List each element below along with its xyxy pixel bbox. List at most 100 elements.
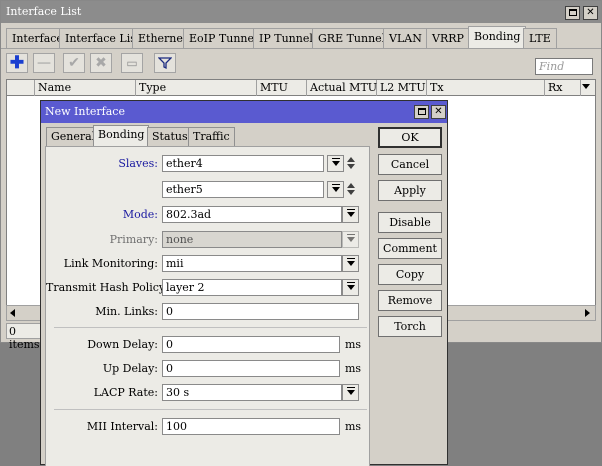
lacp-rate-dropdown[interactable]: [342, 384, 359, 401]
enable-button[interactable]: ✔: [63, 53, 85, 73]
link-monitoring-select[interactable]: mii: [162, 255, 342, 272]
scroll-left-icon[interactable]: [10, 309, 15, 317]
dialog-tab-bonding[interactable]: Bonding: [93, 125, 150, 146]
primary-dropdown[interactable]: [342, 231, 359, 248]
add-icon: ✚: [9, 53, 25, 73]
column-header-l2-mtu[interactable]: L2 MTU: [377, 80, 427, 96]
slave-1-dropdown[interactable]: [327, 155, 344, 172]
primary-select[interactable]: none: [162, 231, 342, 248]
chevron-down-icon: [346, 282, 355, 290]
chevron-down-icon: [346, 234, 355, 242]
tab-ip-tunnel[interactable]: IP Tunnel: [253, 28, 319, 48]
apply-button[interactable]: Apply: [378, 180, 442, 201]
find-input[interactable]: Find: [535, 58, 593, 75]
tab-eoip-tunnel[interactable]: EoIP Tunnel: [183, 28, 264, 48]
slave-2-select[interactable]: ether5: [162, 181, 324, 198]
check-icon: ✔: [68, 55, 80, 71]
bonding-settings-panel: Slaves: ether4 ether5 Mode: 802.3ad Prim…: [45, 146, 370, 466]
up-arrow-icon: [347, 183, 355, 188]
filter-button[interactable]: [154, 53, 176, 73]
dialog-close-button[interactable]: ✕: [431, 105, 446, 119]
lacp-rate-select[interactable]: 30 s: [162, 384, 342, 401]
ok-button[interactable]: OK: [378, 127, 442, 148]
mii-interval-unit: ms: [345, 420, 362, 433]
chevron-down-icon: [331, 158, 340, 166]
scroll-right-icon[interactable]: [585, 309, 590, 317]
add-button[interactable]: ✚: [6, 53, 28, 73]
link-monitoring-dropdown[interactable]: [342, 255, 359, 272]
filter-icon: [157, 57, 173, 70]
torch-button[interactable]: Torch: [378, 316, 442, 337]
down-arrow-icon: [347, 190, 355, 195]
up-delay-input[interactable]: 0: [162, 360, 340, 377]
column-header-type[interactable]: Type: [136, 80, 257, 96]
min-links-label: Min. Links:: [95, 305, 158, 318]
chevron-down-icon: [331, 184, 340, 192]
tab-gre-tunnel[interactable]: GRE Tunnel: [312, 28, 392, 48]
down-delay-label: Down Delay:: [87, 338, 158, 351]
remove-button[interactable]: —: [33, 53, 55, 73]
chevron-down-icon: [346, 209, 355, 217]
tab-bonding[interactable]: Bonding: [468, 26, 527, 48]
remove-icon: —: [37, 55, 51, 71]
disable-button[interactable]: Disable: [378, 212, 442, 233]
column-header-name[interactable]: Name: [35, 80, 136, 96]
close-icon: ✕: [586, 7, 595, 18]
maximize-button[interactable]: [565, 6, 580, 20]
dialog-tab-traffic[interactable]: Traffic: [188, 127, 235, 146]
dialog-title: New Interface: [41, 101, 447, 123]
comment-button[interactable]: Comment: [378, 238, 442, 259]
section-divider: [54, 327, 367, 328]
down-arrow-icon: [347, 164, 355, 169]
slave-1-select[interactable]: ether4: [162, 155, 324, 172]
up-arrow-icon: [347, 157, 355, 162]
copy-button[interactable]: Copy: [378, 264, 442, 285]
comment-button[interactable]: ▭: [121, 53, 143, 73]
mode-select[interactable]: 802.3ad: [162, 206, 342, 223]
column-header-actual-mtu[interactable]: Actual MTU: [307, 80, 377, 96]
table-header: Name Type MTU Actual MTU L2 MTU Tx Rx: [6, 79, 596, 96]
close-icon: ✕: [434, 106, 443, 117]
mii-interval-input[interactable]: 100: [162, 418, 340, 435]
dialog-maximize-button[interactable]: [414, 105, 429, 119]
mode-dropdown[interactable]: [342, 206, 359, 223]
close-button[interactable]: ✕: [583, 6, 598, 20]
tab-vrrp[interactable]: VRRP: [426, 28, 470, 48]
column-header-flag: [7, 80, 35, 96]
comment-icon: ▭: [126, 56, 138, 70]
column-header-rx[interactable]: Rx: [545, 80, 581, 96]
lacp-rate-label: LACP Rate:: [93, 386, 158, 399]
column-header-mtu[interactable]: MTU: [257, 80, 307, 96]
tab-vlan[interactable]: VLAN: [383, 28, 428, 48]
chevron-down-icon: [346, 258, 355, 266]
transmit-hash-policy-label: Transmit Hash Policy:: [46, 281, 169, 294]
cancel-button[interactable]: Cancel: [378, 154, 442, 175]
tab-divider: [1, 48, 601, 49]
transmit-hash-policy-dropdown[interactable]: [342, 279, 359, 296]
new-interface-dialog: New Interface ✕ General Bonding Status T…: [40, 100, 448, 466]
section-divider: [54, 409, 367, 410]
column-header-tx[interactable]: Tx: [427, 80, 545, 96]
mii-interval-label: MII Interval:: [86, 420, 158, 433]
up-delay-unit: ms: [345, 362, 362, 375]
maximize-icon: [568, 9, 577, 16]
tab-lte[interactable]: LTE: [523, 28, 557, 48]
primary-label: Primary:: [109, 233, 158, 246]
transmit-hash-policy-select[interactable]: layer 2: [162, 279, 342, 296]
x-icon: ✖: [95, 55, 107, 71]
slave-1-updown[interactable]: [345, 155, 357, 172]
column-menu-icon[interactable]: [582, 84, 590, 89]
slaves-label: Slaves:: [118, 157, 158, 170]
remove-button[interactable]: Remove: [378, 290, 442, 311]
disable-button[interactable]: ✖: [90, 53, 112, 73]
link-monitoring-label: Link Monitoring:: [63, 257, 158, 270]
dialog-tab-status[interactable]: Status: [147, 127, 193, 146]
min-links-input[interactable]: 0: [162, 303, 359, 320]
down-delay-input[interactable]: 0: [162, 336, 340, 353]
slave-2-dropdown[interactable]: [327, 181, 344, 198]
mode-label: Mode:: [122, 208, 158, 221]
maximize-icon: [417, 108, 426, 115]
window-title: Interface List: [1, 1, 601, 23]
up-delay-label: Up Delay:: [102, 362, 158, 375]
slave-2-updown[interactable]: [345, 181, 357, 198]
